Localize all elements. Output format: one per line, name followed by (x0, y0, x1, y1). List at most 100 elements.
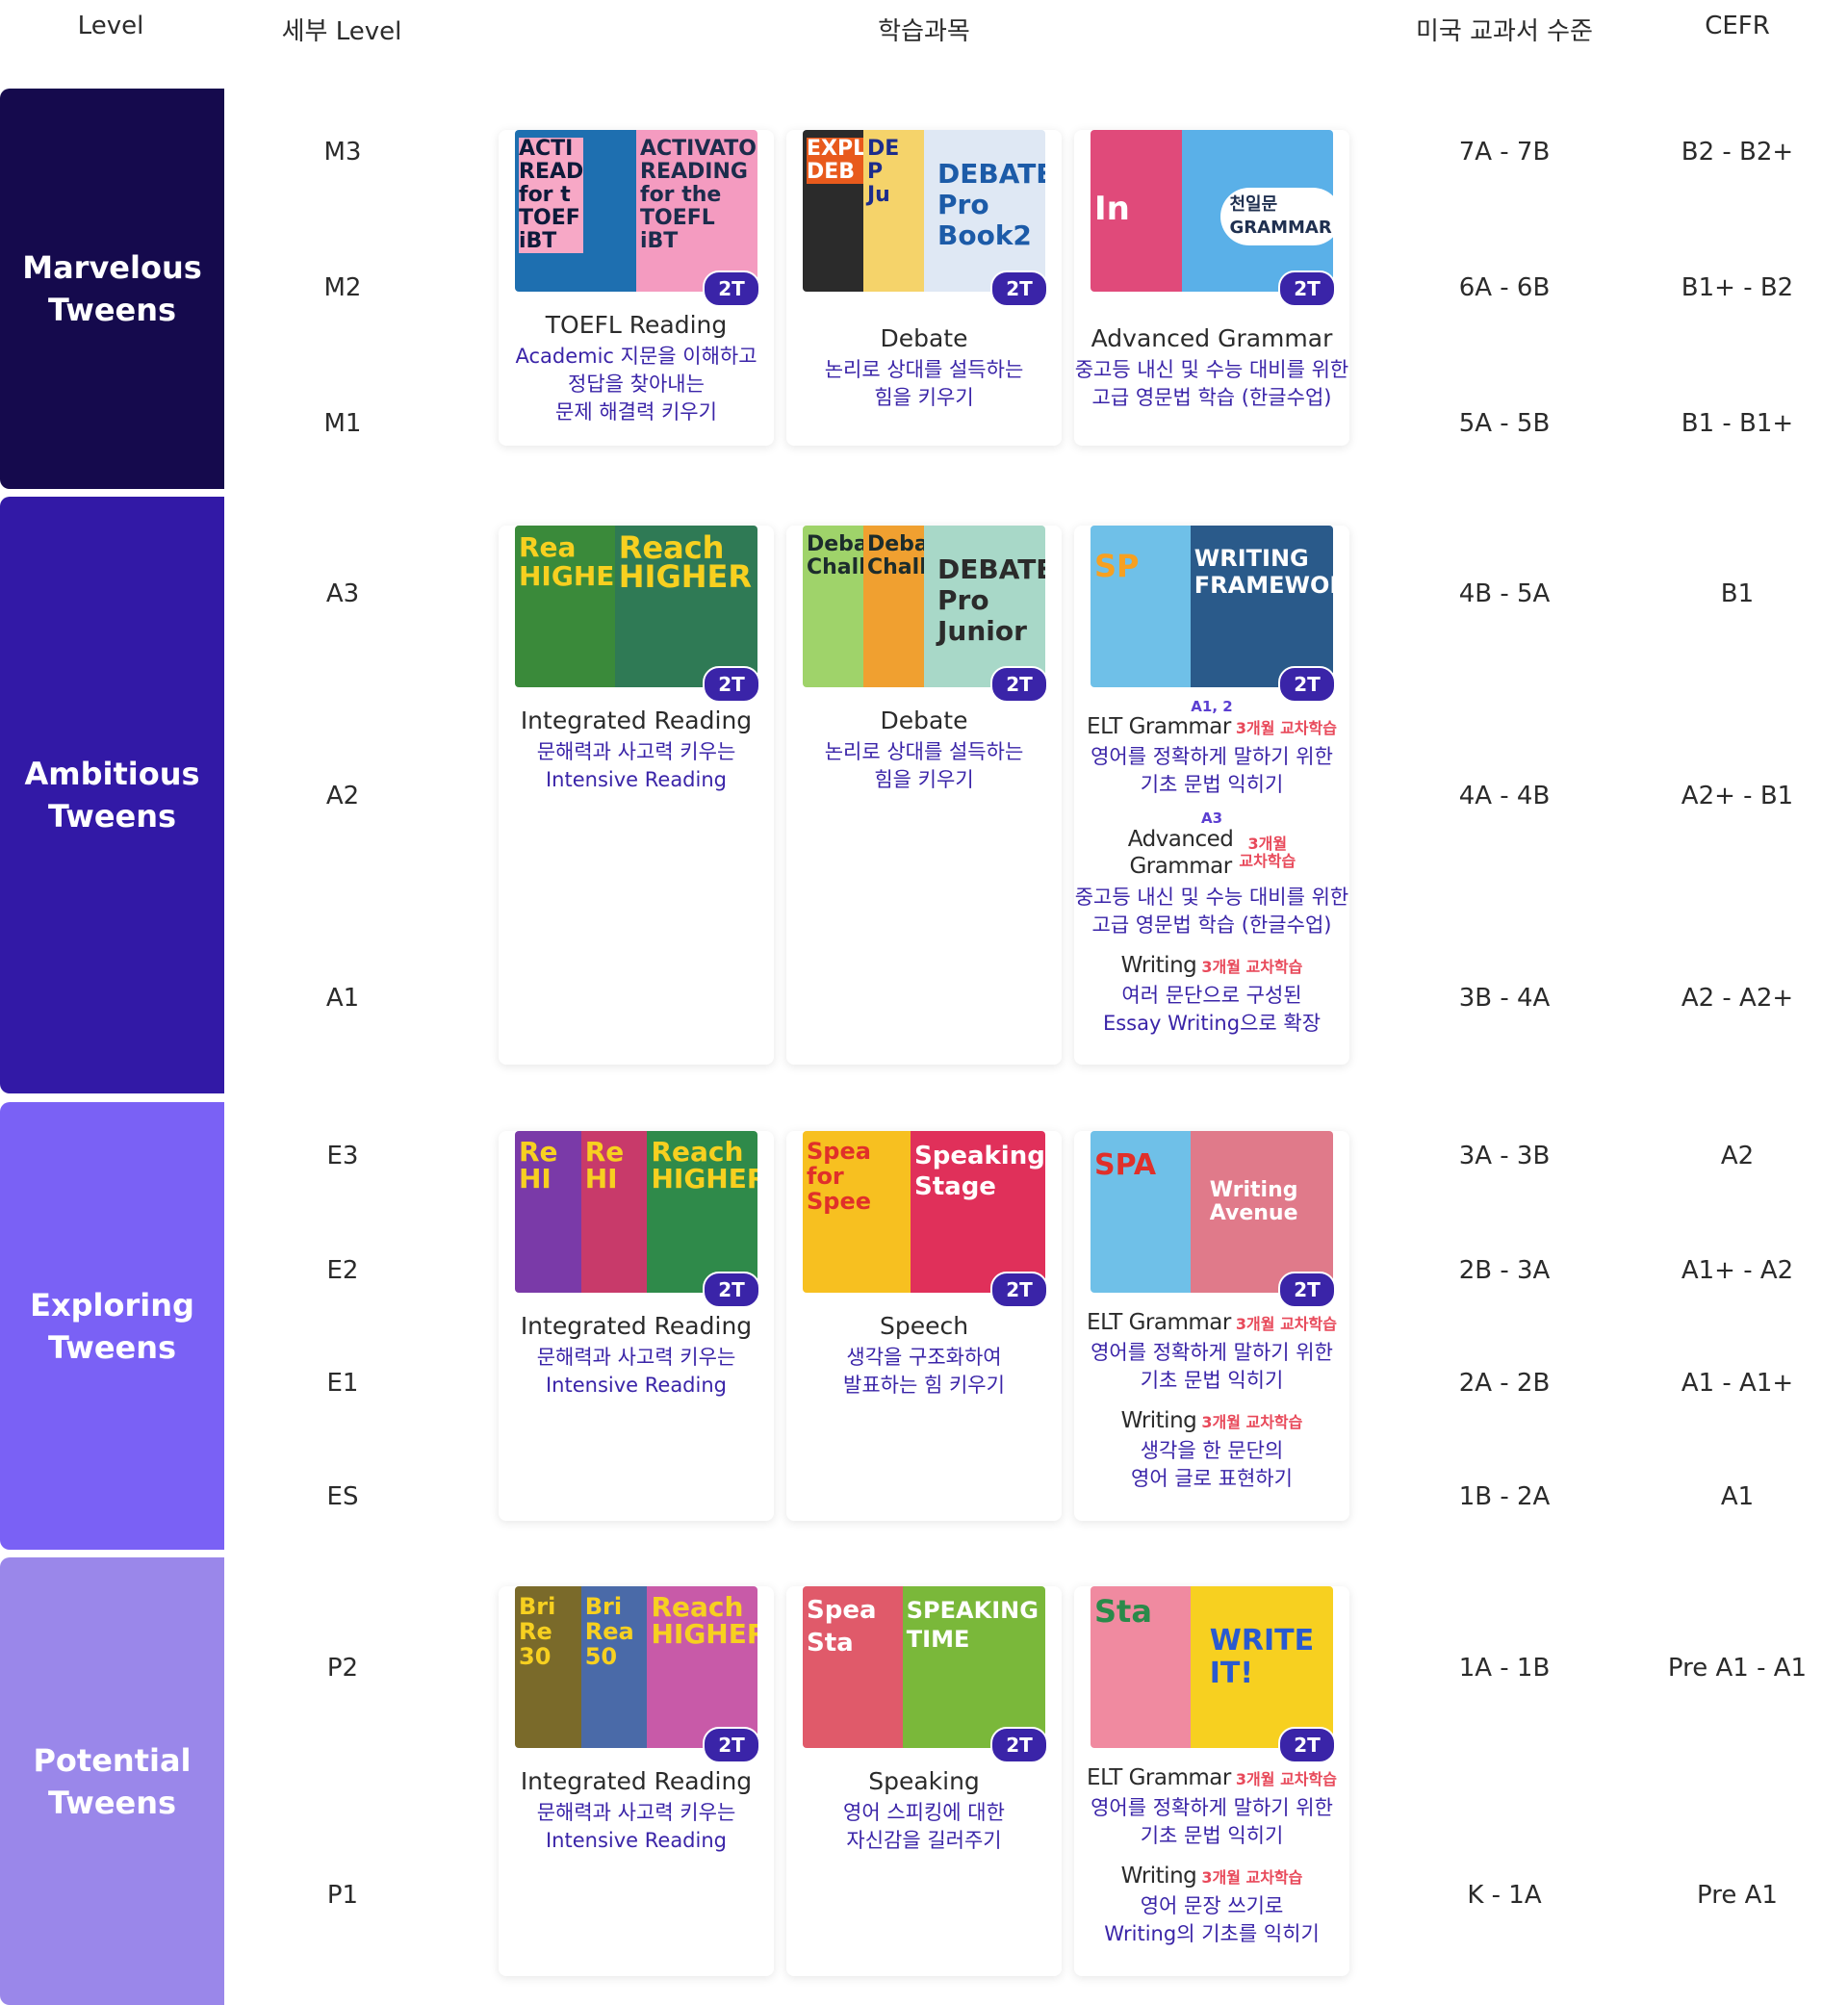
course-card-toefl-reading[interactable]: ACTI READ for t TOEF iBT ACTIVATOR READI… (499, 130, 774, 446)
sub-level-es: ES (326, 1482, 359, 1511)
cefr-m2: B1+ - B2 (1681, 273, 1794, 302)
cross-study-tag: 3개월 교차학습 (1239, 835, 1296, 870)
course-title: Writing (1120, 1408, 1197, 1433)
sub-level-e3: E3 (326, 1142, 359, 1170)
header-level: Level (77, 12, 144, 40)
course-description: 생각을 구조화하여 발표하는 힘 키우기 (843, 1346, 1005, 1397)
cross-study-tag: 3개월 교차학습 (1235, 1770, 1337, 1788)
us-level-a1: 3B - 4A (1458, 984, 1551, 1013)
course-title: Integrated Reading (520, 1767, 753, 1795)
sub-level-e2: E2 (326, 1256, 359, 1285)
term-badge: 2T (1278, 1727, 1336, 1763)
course-description: 영어를 정확하게 말하기 위한 기초 문법 익히기 (1091, 745, 1333, 796)
cross-study-tag: 3개월 교차학습 (1235, 1315, 1337, 1333)
us-level-m1: 5A - 5B (1458, 409, 1551, 438)
term-badge: 2T (703, 1272, 760, 1308)
book-cover-image: Spea Sta SPEAKING TIME (803, 1586, 1045, 1748)
us-level-m3: 7A - 7B (1458, 138, 1551, 167)
us-level-m2: 6A - 6B (1458, 273, 1551, 302)
course-description: 중고등 내신 및 수능 대비를 위한 고급 영문법 학습 (한글수업) (1074, 886, 1349, 937)
course-card-debate-m[interactable]: EXPLO DEB DE P Ju DEBATE Pro Book2 2T De… (786, 130, 1062, 446)
cross-study-tag: 3개월 교차학습 (1235, 719, 1337, 737)
level-note: A1, 2 (1191, 698, 1233, 715)
book-cover-image: Rea HIGHE Reach HIGHER (515, 526, 757, 687)
book-cover-image: SPA Writing Avenue (1091, 1131, 1333, 1293)
course-title: Debate (880, 324, 968, 352)
book-cover-image: EXPLO DEB DE P Ju DEBATE Pro Book2 (803, 130, 1045, 292)
course-title: Advanced Grammar (1127, 827, 1234, 879)
course-description: 영어를 정확하게 말하기 위한 기초 문법 익히기 (1091, 1341, 1333, 1392)
course-description: 문해력과 사고력 키우는 Intensive Reading (536, 1346, 736, 1397)
course-description: 논리로 상대를 설득하는 힘을 키우기 (824, 740, 1024, 791)
band-exploring-tweens: Exploring Tweens (0, 1102, 224, 1550)
book-cover-image: Deba Chall Deba Chall DEBATE Pro Junior (803, 526, 1045, 687)
cefr-p1: Pre A1 (1697, 1881, 1778, 1910)
book-cover-image: In 천일문 GRAMMAR (1091, 130, 1333, 292)
sub-level-p2: P2 (326, 1654, 359, 1683)
course-card-speaking[interactable]: Spea Sta SPEAKING TIME 2T Speaking 영어 스피… (786, 1586, 1062, 1976)
sub-level-m2: M2 (323, 273, 362, 302)
course-title: Writing (1120, 1864, 1197, 1889)
us-level-es: 1B - 2A (1458, 1482, 1551, 1511)
sub-level-a2: A2 (325, 782, 360, 810)
course-title: Speaking (868, 1767, 980, 1795)
course-description: 문해력과 사고력 키우는 Intensive Reading (536, 740, 736, 791)
cross-study-tag: 3개월 교차학습 (1201, 1868, 1303, 1887)
band-potential-tweens: Potential Tweens (0, 1557, 224, 2005)
us-level-e1: 2A - 2B (1458, 1369, 1551, 1398)
course-title: Writing (1120, 953, 1197, 978)
course-title: Speech (879, 1312, 969, 1340)
us-level-a3: 4B - 5A (1458, 579, 1551, 608)
course-description: 논리로 상대를 설득하는 힘을 키우기 (824, 358, 1024, 409)
course-description: 여러 문단으로 구성된 Essay Writing으로 확장 (1102, 984, 1322, 1035)
header-us-textbook: 미국 교과서 수준 (1416, 17, 1593, 46)
cefr-m1: B1 - B1+ (1681, 409, 1794, 438)
term-badge: 2T (990, 270, 1048, 307)
us-level-e3: 3A - 3B (1458, 1142, 1551, 1170)
course-card-grammar-writing-a[interactable]: SP WRITING FRAMEWORK 2T A1, 2 ELT Gramma… (1074, 526, 1349, 1065)
sub-level-a1: A1 (325, 984, 360, 1013)
book-cover-image: Spea for Spee Speaking Stage (803, 1131, 1045, 1293)
course-title: ELT Grammar (1087, 714, 1231, 739)
term-badge: 2T (990, 1727, 1048, 1763)
course-title: ELT Grammar (1087, 1310, 1231, 1335)
cefr-m3: B2 - B2+ (1681, 138, 1794, 167)
course-card-integrated-reading-p[interactable]: Bri Re 30 Bri Rea 50 Reach HIGHER 2T Int… (499, 1586, 774, 1976)
course-card-grammar-writing-e[interactable]: SPA Writing Avenue 2T ELT Grammar 3개월 교차… (1074, 1131, 1349, 1521)
term-badge: 2T (703, 666, 760, 703)
course-description: 문해력과 사고력 키우는 Intensive Reading (536, 1801, 736, 1852)
course-card-speech[interactable]: Spea for Spee Speaking Stage 2T Speech 생… (786, 1131, 1062, 1521)
band-ambitious-tweens: Ambitious Tweens (0, 497, 224, 1093)
us-level-a2: 4A - 4B (1458, 782, 1551, 810)
cross-study-tag: 3개월 교차학습 (1201, 1413, 1303, 1431)
term-badge: 2T (1278, 270, 1336, 307)
course-card-integrated-reading-a[interactable]: Rea HIGHE Reach HIGHER 2T Integrated Rea… (499, 526, 774, 1065)
course-description: 생각을 한 문단의 영어 글로 표현하기 (1131, 1439, 1293, 1490)
course-card-advanced-grammar[interactable]: In 천일문 GRAMMAR 2T Advanced Grammar 중고등 내… (1074, 130, 1349, 446)
course-description: 영어 스피킹에 대한 자신감을 길러주기 (843, 1801, 1005, 1852)
us-level-e2: 2B - 3A (1458, 1256, 1551, 1285)
course-title: Integrated Reading (520, 707, 753, 734)
cefr-a3: B1 (1720, 579, 1755, 608)
course-title: Integrated Reading (520, 1312, 753, 1340)
sub-level-e1: E1 (326, 1369, 359, 1398)
course-title: TOEFL Reading (545, 311, 728, 339)
book-cover-image: ACTI READ for t TOEF iBT ACTIVATOR READI… (515, 130, 757, 292)
cefr-p2: Pre A1 - A1 (1667, 1654, 1808, 1683)
term-badge: 2T (1278, 666, 1336, 703)
book-cover-image: SP WRITING FRAMEWORK (1091, 526, 1333, 687)
course-title: ELT Grammar (1087, 1765, 1231, 1790)
header-cefr: CEFR (1705, 12, 1770, 40)
book-cover-image: Sta WRITE IT! (1091, 1586, 1333, 1748)
course-card-integrated-reading-e[interactable]: Re HI Re HI Reach HIGHER 2T Integrated R… (499, 1131, 774, 1521)
sub-level-m3: M3 (323, 138, 362, 167)
course-description: Academic 지문을 이해하고 정답을 찾아내는 문제 해결력 키우기 (515, 345, 757, 424)
course-card-grammar-writing-p[interactable]: Sta WRITE IT! 2T ELT Grammar 3개월 교차학습 영어… (1074, 1586, 1349, 1976)
us-level-p1: K - 1A (1467, 1881, 1542, 1910)
cross-study-tag: 3개월 교차학습 (1201, 958, 1303, 976)
course-title: Debate (880, 707, 968, 734)
term-badge: 2T (703, 270, 760, 307)
course-card-debate-a[interactable]: Deba Chall Deba Chall DEBATE Pro Junior … (786, 526, 1062, 1065)
cefr-a1: A2 - A2+ (1681, 984, 1794, 1013)
band-marvelous-tweens: Marvelous Tweens (0, 89, 224, 489)
